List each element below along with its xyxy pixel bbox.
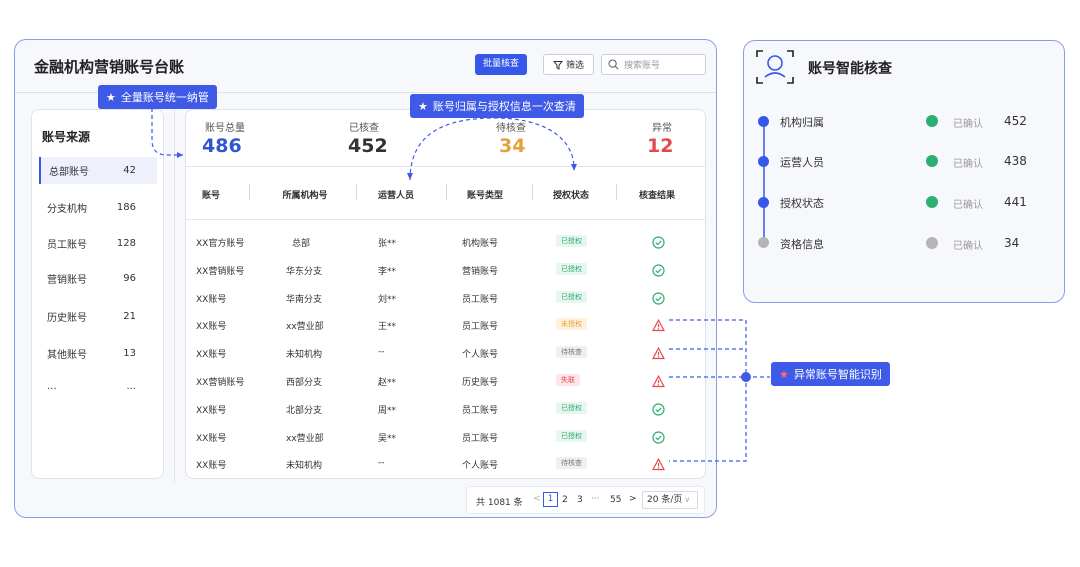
smart-check-title: 账号智能核查	[808, 61, 892, 77]
callout-abnormal-detection: ★ 异常账号智能识别	[771, 362, 890, 386]
callout-text: 异常账号智能识别	[793, 368, 882, 381]
face-scan-icon	[756, 50, 794, 84]
check-state: 已确认	[953, 241, 983, 252]
check-state: 已确认	[953, 200, 983, 211]
callout-unified-management: ★ 全量账号统一纳管	[98, 85, 217, 109]
check-value: 438	[1004, 154, 1027, 168]
check-item-org: 机构归属	[780, 116, 824, 129]
star-icon: ★	[779, 367, 789, 381]
check-item-operator: 运营人员	[780, 156, 824, 169]
status-dot	[926, 115, 938, 127]
callout-text: 全量账号统一纳管	[120, 91, 209, 104]
check-value: 34	[1004, 236, 1020, 250]
star-icon: ★	[418, 99, 428, 113]
check-state: 已确认	[953, 159, 983, 170]
star-icon: ★	[106, 90, 116, 104]
timeline	[763, 122, 765, 244]
timeline-dot	[758, 156, 769, 167]
status-dot	[926, 196, 938, 208]
check-value: 452	[1004, 114, 1027, 128]
status-dot	[926, 237, 938, 249]
timeline-dot	[758, 237, 769, 248]
check-value: 441	[1004, 195, 1027, 209]
timeline-dot	[758, 116, 769, 127]
callout-text: 账号归属与授权信息一次查清	[432, 100, 576, 113]
timeline-dot	[758, 197, 769, 208]
callout-ownership-auth: ★ 账号归属与授权信息一次查清	[410, 94, 584, 118]
check-state: 已确认	[953, 119, 983, 130]
check-item-auth: 授权状态	[780, 197, 824, 210]
status-dot	[926, 155, 938, 167]
check-item-qualification: 资格信息	[780, 238, 824, 251]
